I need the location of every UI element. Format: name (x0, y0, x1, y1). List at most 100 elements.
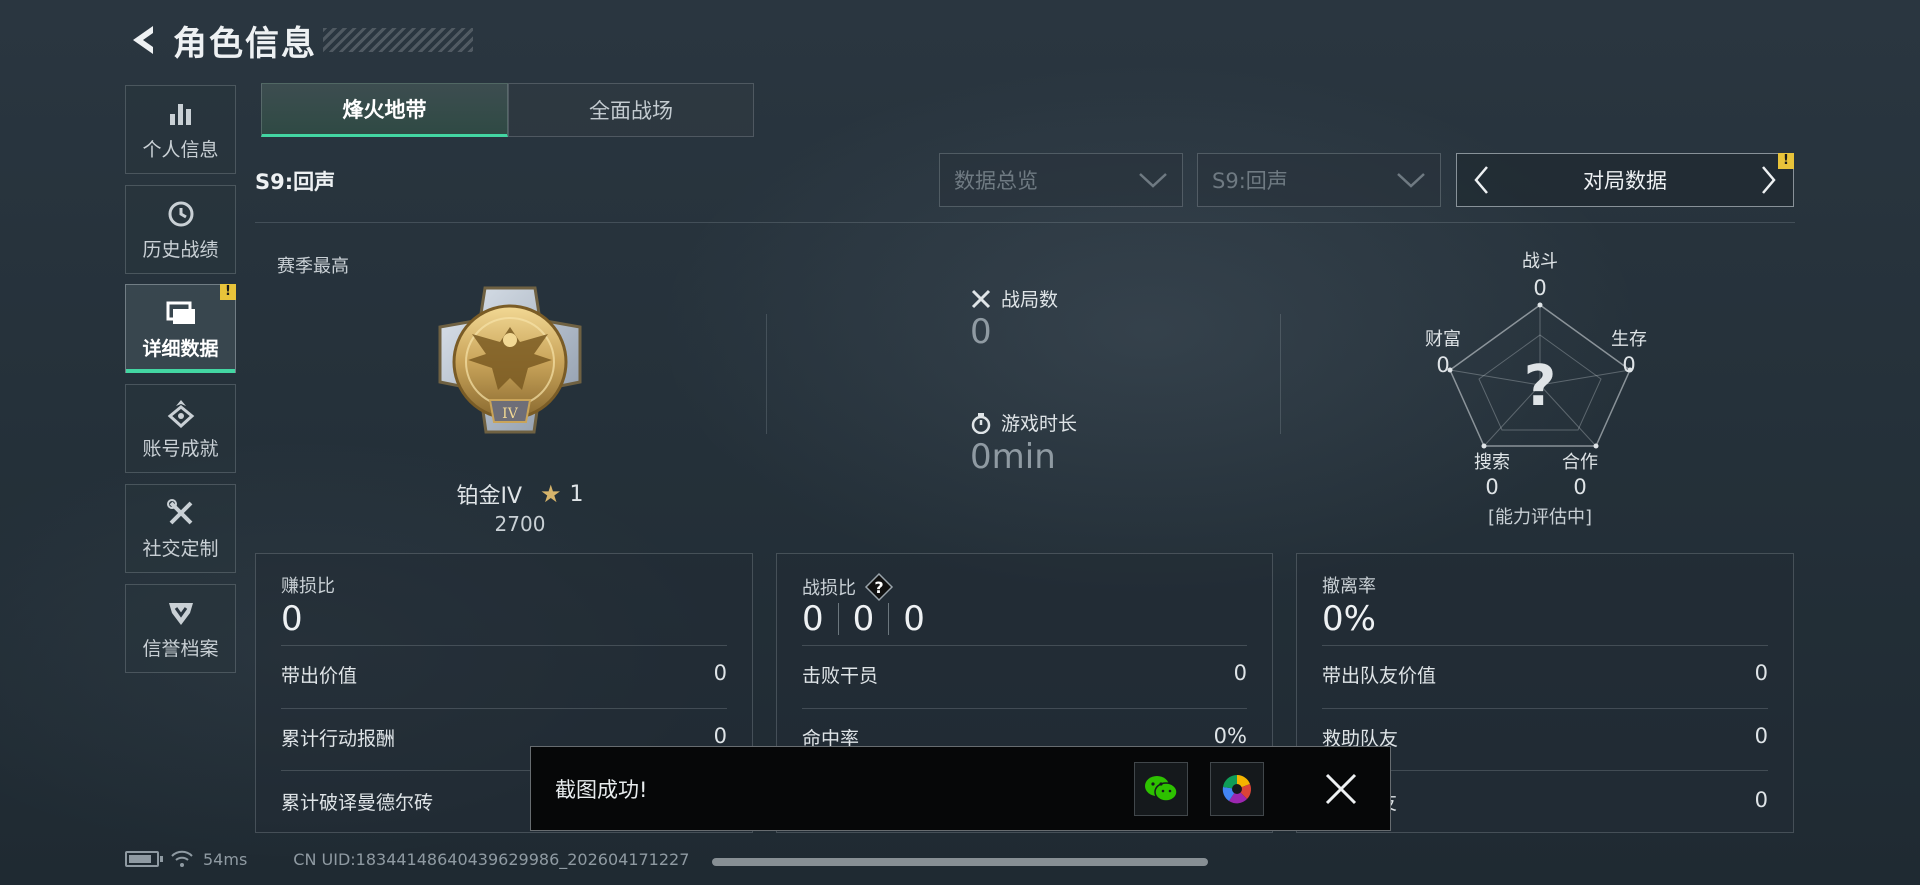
ping-value: 54ms (203, 849, 248, 869)
card-title: 撤离率 (1322, 576, 1376, 597)
overview-dropdown[interactable]: 数据总览 (939, 153, 1183, 207)
medal-numeral: IV (502, 406, 519, 422)
wifi-icon (171, 850, 193, 867)
radar-value-cooperation: 0 (1573, 475, 1587, 499)
help-icon[interactable]: ? (864, 572, 894, 602)
sidebar-item-achievements[interactable]: 账号成就 (125, 384, 236, 473)
status-bar: 54ms CN UID:18344148640439629986_2026041… (125, 847, 689, 871)
radar-value-wealth: 0 (1436, 353, 1450, 377)
toast-close-button[interactable] (1314, 762, 1368, 816)
battles-caption: 战局数 (969, 285, 1058, 312)
row-label: 累计行动报酬 (281, 728, 396, 750)
bar-chart-icon (164, 97, 198, 131)
row-value: 0 (1754, 788, 1768, 812)
toast-message: 截图成功! (555, 777, 648, 802)
battles-value: 0 (970, 312, 992, 352)
card-main-value: 0% (1322, 599, 1376, 639)
alert-badge: ! (1778, 153, 1794, 169)
rank-name: 铂金IV (456, 484, 523, 509)
card-title-wrap: 战损比 ? (802, 572, 894, 602)
stat-row: 带出队友价值 0 (1322, 661, 1768, 688)
shield-icon (164, 596, 198, 630)
data-type-pager: 对局数据 ! (1456, 153, 1794, 207)
row-value: 0 (1754, 661, 1768, 685)
kd-value: 0 (903, 599, 925, 639)
row-value: 0 (1754, 724, 1768, 748)
divider (1322, 708, 1768, 709)
row-label: 累计破译曼德尔砖 (281, 792, 434, 814)
radar-label-cooperation: 合作 (1562, 452, 1598, 473)
rank-medal-icon: IV (430, 282, 590, 447)
radar-center-mark: ? (1524, 354, 1556, 419)
divider (1280, 314, 1281, 434)
chevron-down-icon (1139, 173, 1167, 188)
sidebar-item-label: 信誉档案 (142, 638, 219, 660)
card-main-value: 0 (281, 599, 303, 639)
tab-conflict-zone[interactable]: 烽火地带 (261, 83, 508, 137)
chevron-left-icon (1474, 166, 1488, 194)
pager-prev-button[interactable] (1467, 160, 1497, 200)
sidebar-item-label: 社交定制 (142, 538, 219, 560)
share-album-button[interactable] (1210, 761, 1264, 816)
stopwatch-icon (969, 411, 993, 435)
divider (1322, 645, 1768, 646)
title-decoration (323, 28, 473, 52)
pager-label: 对局数据 (1583, 169, 1667, 193)
sidebar-item-label: 详细数据 (142, 338, 219, 360)
achievement-icon (164, 396, 198, 430)
star-icon: ★ (540, 480, 562, 508)
header: 角色信息 (125, 18, 473, 64)
radar-label-combat: 战斗 (1522, 251, 1558, 272)
rank-stars: 1 (569, 481, 584, 507)
row-label: 击败干员 (802, 665, 879, 687)
share-wechat-button[interactable] (1134, 761, 1188, 816)
chevron-down-icon (1397, 173, 1425, 188)
sidebar-item-label: 账号成就 (142, 438, 219, 460)
playtime-caption: 游戏时长 (969, 409, 1077, 436)
playtime-value: 0min (970, 437, 1056, 477)
sidebar-item-detailed-data[interactable]: 详细数据 ! (125, 284, 236, 373)
season-dropdown[interactable]: S9:回声 (1197, 153, 1441, 207)
row-label: 带出队友价值 (1322, 665, 1437, 687)
home-indicator[interactable] (712, 858, 1208, 866)
battles-label: 战局数 (1001, 289, 1059, 311)
radar-value-search: 0 (1485, 475, 1499, 499)
card-title: 战损比 (802, 578, 856, 599)
sidebar-item-history[interactable]: 历史战绩 (125, 185, 236, 274)
rank-info: 铂金IV ★ 1 (420, 478, 620, 510)
tab-full-battlefield[interactable]: 全面战场 (508, 83, 754, 137)
back-button[interactable] (125, 22, 161, 58)
tools-icon (164, 496, 198, 530)
svg-text:?: ? (874, 578, 883, 597)
sidebar-item-personal-info[interactable]: 个人信息 (125, 85, 236, 174)
chevron-right-icon (1762, 166, 1776, 194)
crossed-swords-icon (969, 287, 993, 311)
alert-badge: ! (220, 284, 236, 300)
sidebar-item-social[interactable]: 社交定制 (125, 484, 236, 573)
radar-value-survival: 0 (1622, 353, 1636, 377)
dropdown-value: S9:回声 (1212, 169, 1288, 193)
back-arrow-icon (133, 26, 153, 54)
history-clock-icon (164, 197, 198, 231)
kd-values: 0 0 0 (802, 599, 925, 639)
row-label: 带出价值 (281, 665, 358, 687)
photo-album-icon (1222, 774, 1252, 803)
divider (802, 708, 1247, 709)
season-label: S9:回声 (255, 170, 336, 194)
battery-icon (125, 851, 163, 867)
radar-value-combat: 0 (1533, 276, 1547, 300)
divider (281, 708, 727, 709)
divider (255, 222, 1795, 223)
stat-row: 击败干员 0 (802, 661, 1247, 688)
sidebar-item-label: 个人信息 (142, 139, 219, 161)
sidebar-item-credit[interactable]: 信誉档案 (125, 584, 236, 673)
screenshot-toast: 截图成功! (530, 746, 1391, 831)
season-best-caption: 赛季最高 (277, 256, 349, 277)
row-value: 0 (713, 661, 727, 685)
kd-value: 0 (802, 599, 824, 639)
radar-label-search: 搜索 (1474, 452, 1510, 473)
divider (766, 314, 767, 434)
dropdown-value: 数据总览 (954, 169, 1038, 193)
kd-value: 0 (852, 599, 875, 639)
user-uid: CN UID:18344148640439629986_202604171227 (293, 849, 690, 869)
